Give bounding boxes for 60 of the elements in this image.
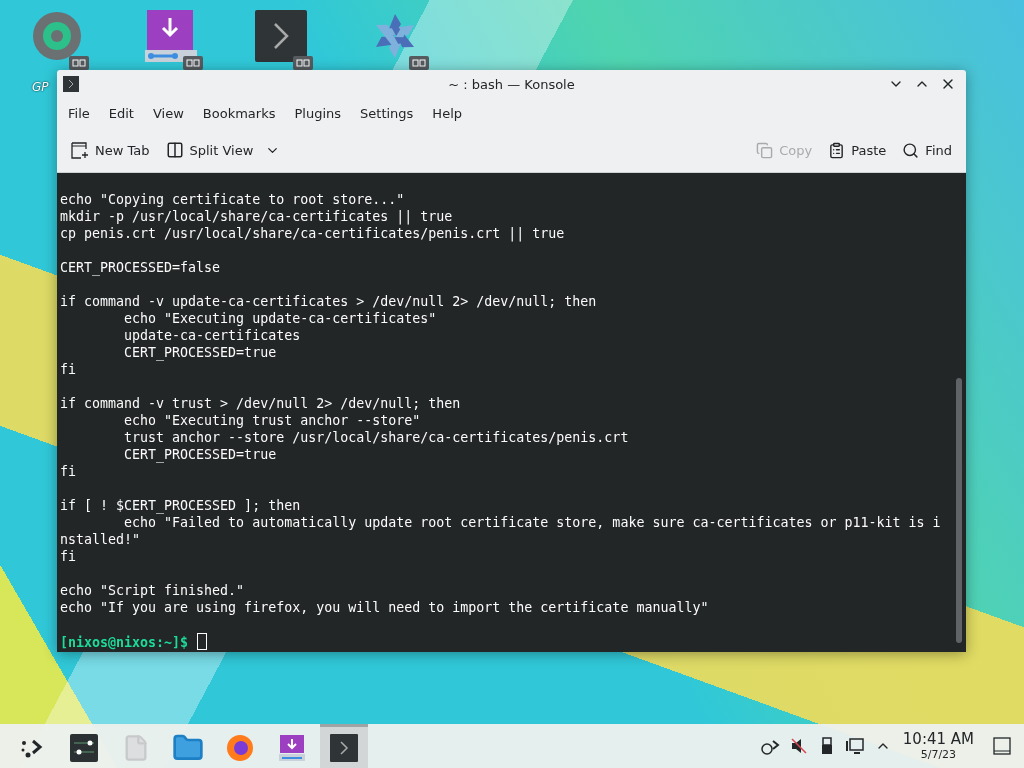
link-badge-icon — [69, 56, 89, 70]
link-badge-icon — [293, 56, 313, 70]
link-badge-icon — [183, 56, 203, 70]
terminal-line: if command -v update-ca-certificates > /dev/null 2> /dev/null; then — [60, 293, 598, 310]
terminal-line: CERT_PROCESSED=true — [123, 344, 278, 361]
search-icon — [902, 141, 920, 159]
sliders-icon — [70, 733, 98, 762]
terminal-line: if command -v trust > /dev/null 2> /dev/null; then — [60, 395, 462, 412]
link-badge-icon — [409, 56, 429, 70]
menu-item[interactable]: File — [60, 101, 98, 125]
desktop-icon-label: GP — [32, 80, 49, 94]
terminal-line: nstalled!" — [60, 531, 142, 548]
terminal-line: CERT_PROCESSED=false — [60, 259, 222, 276]
shell-prompt: [nixos@nixos:~]$ — [60, 635, 189, 650]
menu-item[interactable]: View — [144, 101, 192, 125]
show-desktop-icon — [993, 737, 1011, 755]
terminal-line: trust anchor --store /usr/local/share/ca-certificates/penis.crt — [123, 429, 630, 446]
new-tab-icon — [71, 141, 89, 159]
find-button[interactable]: Find — [896, 137, 958, 163]
terminal-line: echo "Executing trust anchor --store" — [123, 412, 422, 429]
paste-icon — [828, 141, 846, 159]
new-tab-button[interactable]: New Tab — [65, 137, 156, 163]
terminal-line: mkdir -p /usr/local/share/ca-certificates || true — [60, 208, 454, 225]
terminal-line: fi — [60, 361, 77, 378]
text-cursor — [197, 633, 208, 650]
terminal-line: fi — [60, 463, 77, 480]
paste-button[interactable]: Paste — [822, 137, 893, 163]
menu-item[interactable]: Edit — [100, 101, 142, 125]
terminal-line: if [ ! $CERT_PROCESSED ]; then — [60, 497, 302, 514]
terminal-line: echo "Copying certificate to root store..." — [60, 191, 406, 208]
terminal-line: echo "Executing update-ca-certificates" — [123, 310, 438, 327]
terminal-line: echo "Script finished." — [60, 582, 246, 599]
network-icon — [760, 737, 781, 755]
terminal-icon — [63, 76, 79, 92]
terminal-line: fi — [60, 548, 77, 565]
copy-icon — [756, 141, 774, 159]
terminal-line: update-ca-certificates — [123, 327, 302, 344]
terminal-icon — [330, 733, 358, 762]
window-title: ~ : bash — Konsole — [448, 76, 575, 92]
terminal-line: cp penis.crt /usr/local/share/ca-certificates/penis.crt || true — [60, 225, 566, 242]
menu-item[interactable]: Bookmarks — [194, 101, 284, 125]
terminal-line: echo "Failed to automatically update root certificate store, make sure ca-certificates or p11-kit is i — [123, 514, 942, 531]
terminal-line: echo "If you are using firefox, you will need to import the certificate manually" — [60, 599, 710, 616]
menu-item[interactable]: Plugins — [286, 101, 350, 125]
taskbar-item[interactable] — [320, 724, 368, 768]
muted-speaker-icon — [789, 737, 808, 755]
split-view-icon — [165, 141, 184, 159]
installer-icon — [143, 8, 199, 64]
installer-icon — [279, 733, 305, 762]
menu-item[interactable]: Settings — [352, 101, 422, 125]
terminal-line: CERT_PROCESSED=true — [123, 446, 278, 463]
split-view-button[interactable]: Split View — [159, 137, 287, 163]
monitor-icon — [845, 737, 864, 755]
terminal-icon — [253, 8, 309, 64]
menu-item[interactable]: Help — [424, 101, 470, 125]
scrollbar-handle[interactable] — [956, 378, 962, 643]
clock-date: 5/7/23 — [920, 748, 957, 761]
firefox-icon — [225, 732, 255, 763]
clock-time: 10:41 AM — [902, 731, 974, 748]
usb-drive-icon — [820, 737, 833, 755]
